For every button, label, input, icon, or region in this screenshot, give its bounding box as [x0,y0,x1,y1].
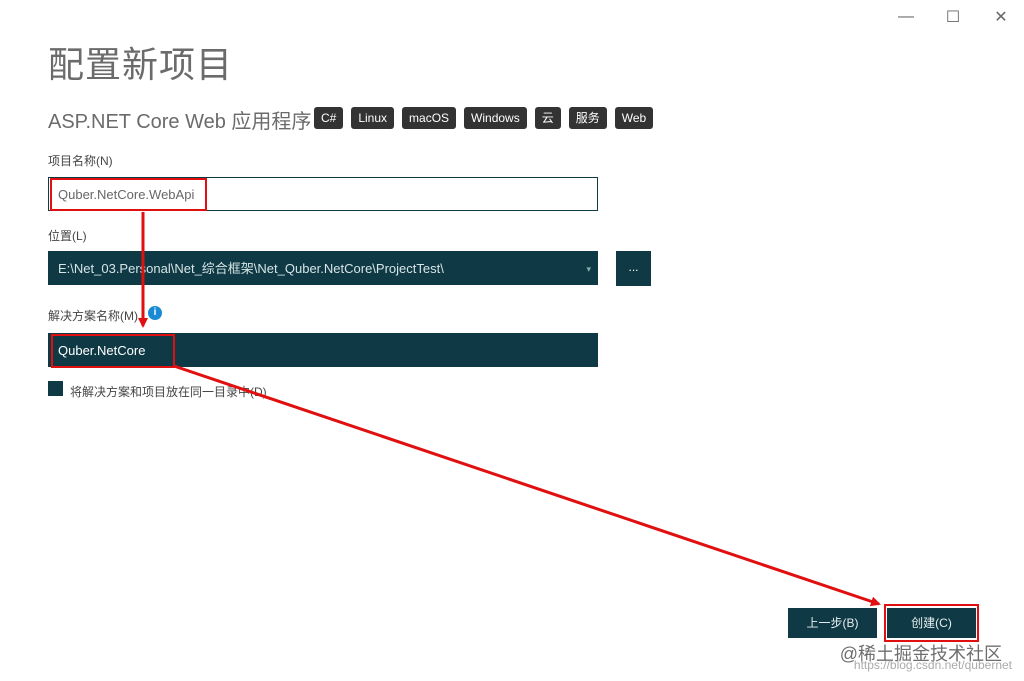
annotation-arrows [138,212,881,607]
watermark-url: https://blog.csdn.net/qubernet [853,658,1012,672]
arrow-solution-to-create [173,364,881,607]
